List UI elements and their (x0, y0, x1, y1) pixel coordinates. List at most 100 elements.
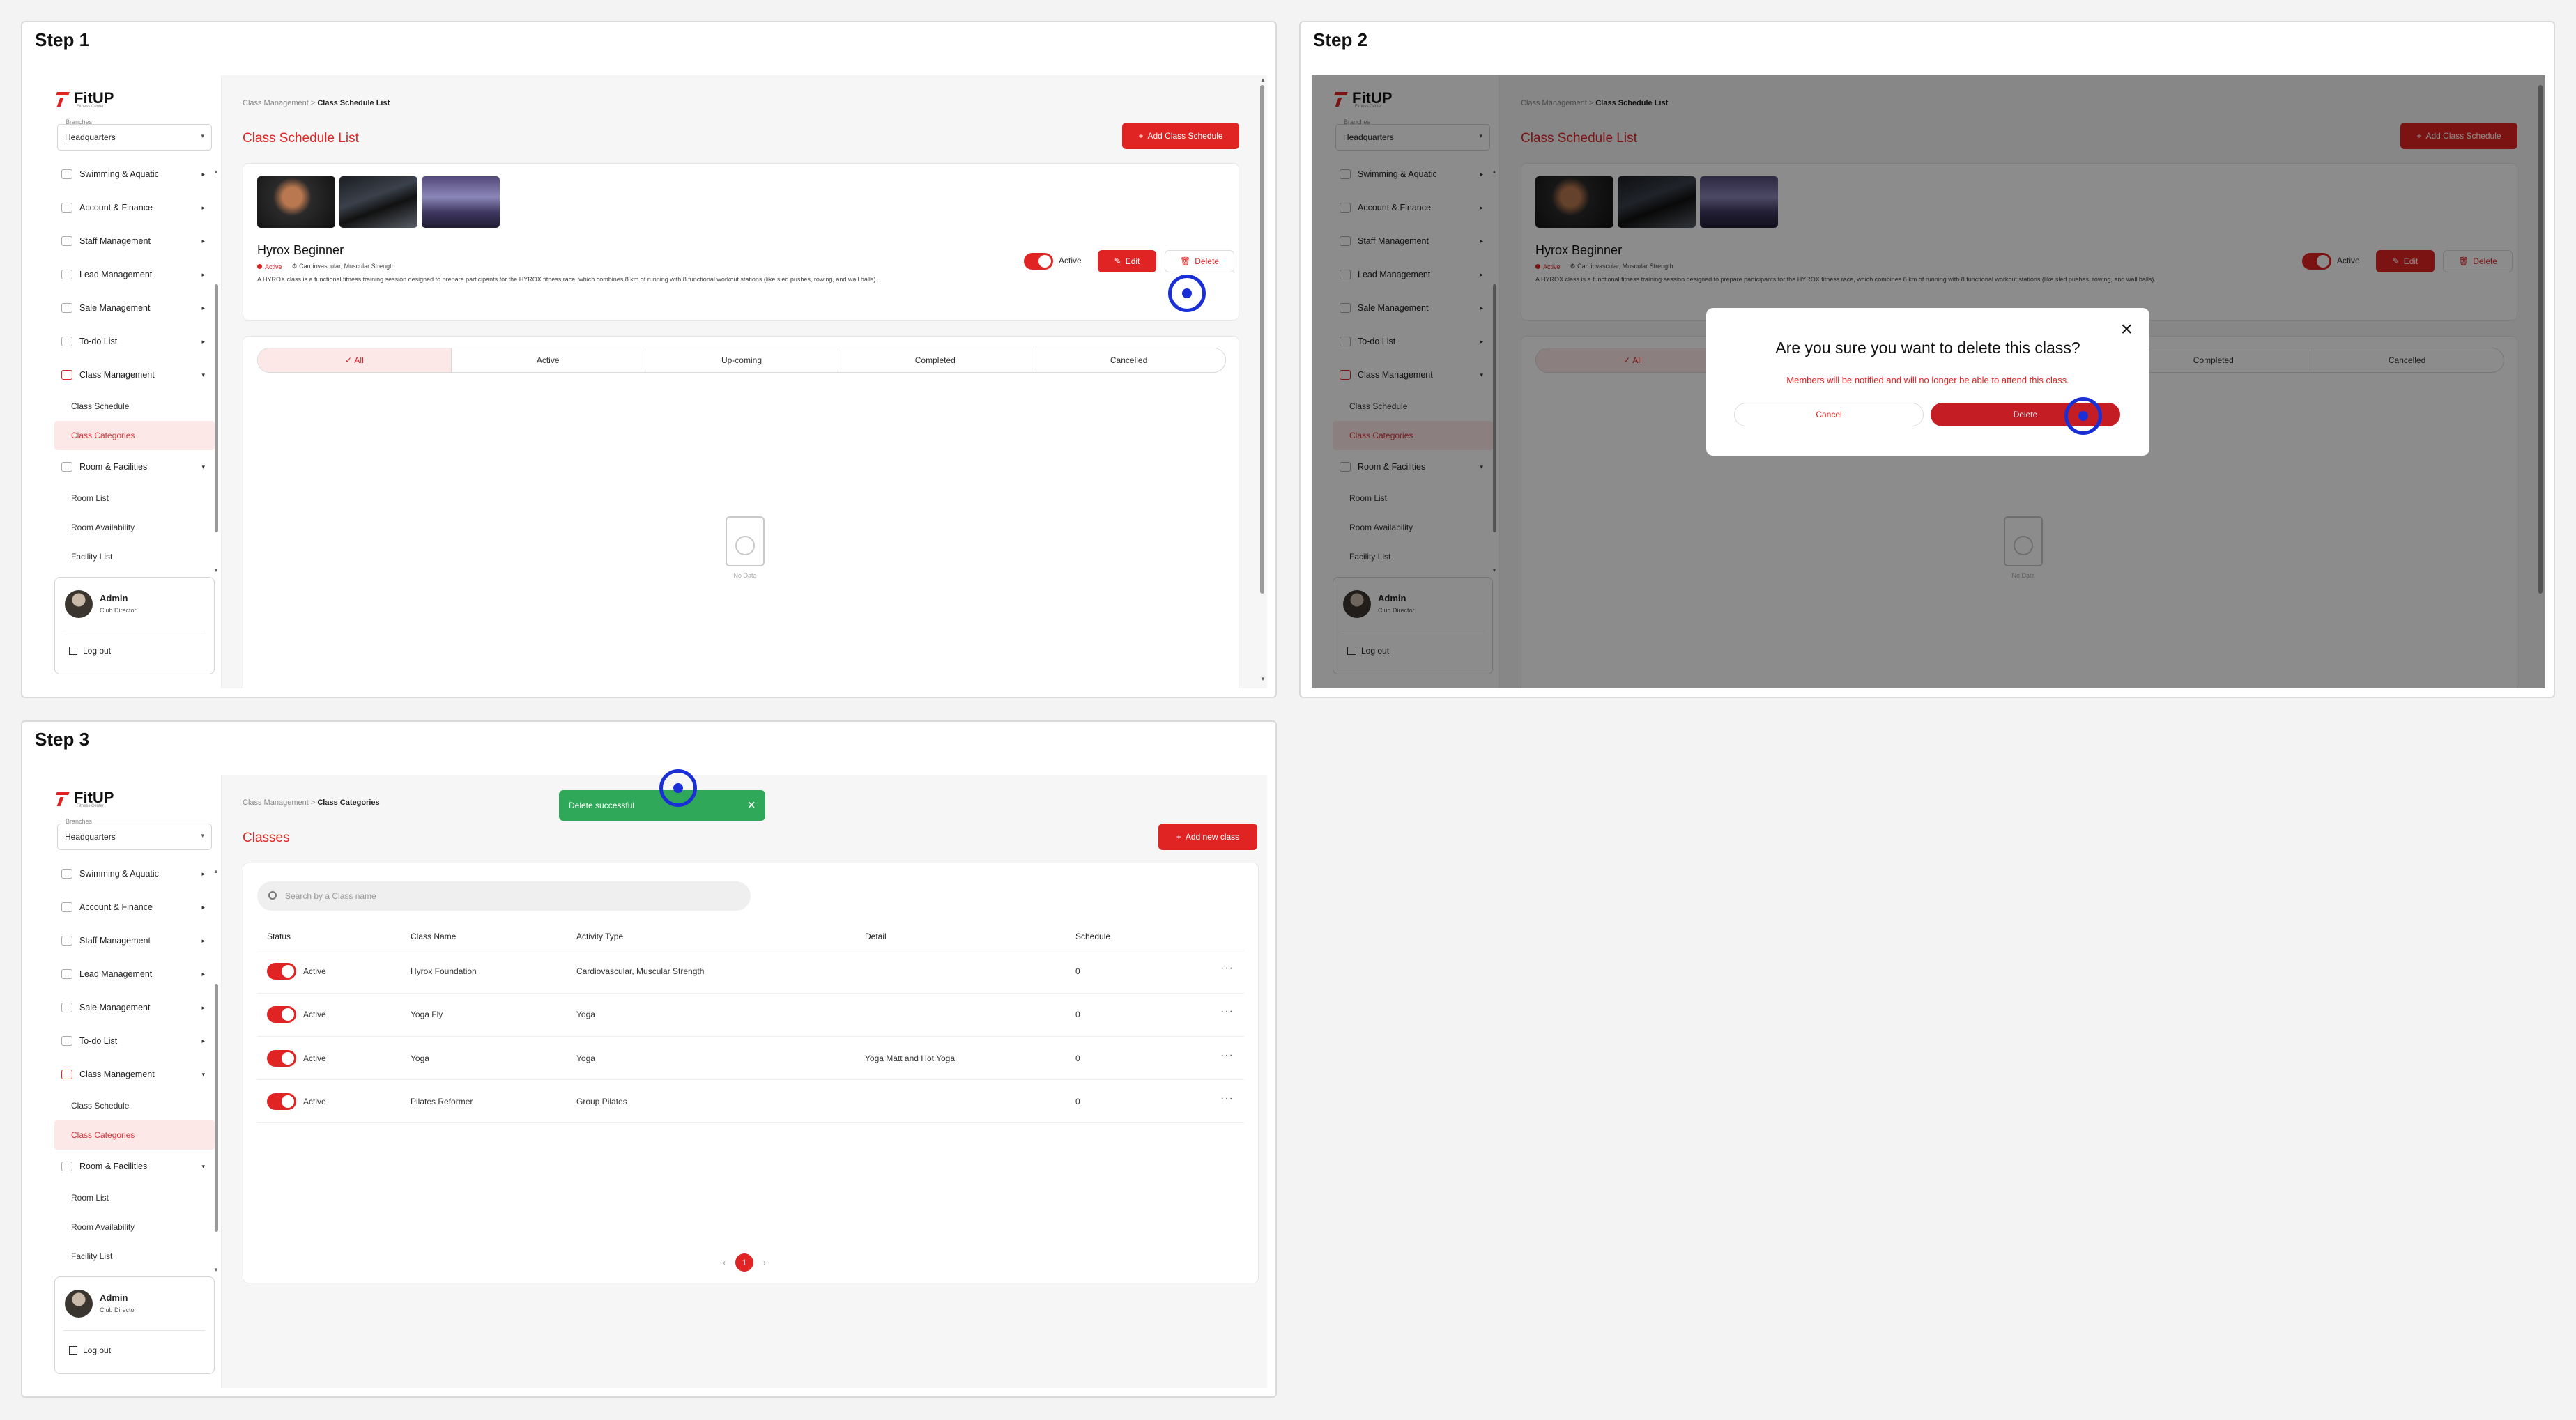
page-title: Classes (243, 831, 290, 845)
close-icon[interactable]: × (2120, 318, 2133, 341)
tab-active[interactable]: Active (452, 348, 645, 372)
sidebar-item-lead[interactable]: Lead Management ▸ (54, 957, 215, 991)
status-toggle[interactable] (267, 1050, 296, 1067)
sidebar-item-sale[interactable]: Sale Management ▸ (54, 291, 215, 325)
sidebar-item-room[interactable]: Room & Facilities ▾ (54, 1150, 215, 1183)
sidebar-item-class-management[interactable]: Class Management ▾ (54, 1058, 215, 1091)
sidebar-item-account[interactable]: Account & Finance ▸ (54, 191, 215, 224)
sidebar-item-staff[interactable]: Staff Management ▸ (54, 224, 215, 258)
sidebar-subitem-room-list[interactable]: Room List (54, 1183, 215, 1212)
table-cell-schedule: 0 (1075, 1097, 1080, 1106)
tab-all[interactable]: ✓ All (258, 348, 452, 372)
sidebar: FitUP Fitness Center Branches Headquarter… (33, 775, 222, 1388)
sidebar-item-todo[interactable]: To-do List ▸ (54, 1024, 215, 1058)
more-options-icon[interactable]: ··· (1220, 1049, 1234, 1062)
active-toggle[interactable] (1024, 253, 1053, 270)
schedule-list-card: ✓ All Active Up-coming Completed Cancell… (243, 336, 1239, 688)
sidebar-item-class-management[interactable]: Class Management ▾ (54, 358, 215, 392)
sidebar-subitem-room-availability[interactable]: Room Availability (54, 1212, 215, 1242)
step-title: Step 3 (35, 729, 90, 750)
more-options-icon[interactable]: ··· (1220, 1093, 1234, 1105)
class-description: A HYROX class is a functional fitness tr… (257, 276, 877, 283)
sidebar-item-lead[interactable]: Lead Management ▸ (54, 258, 215, 291)
click-marker (2064, 397, 2102, 435)
cancel-button[interactable]: Cancel (1734, 403, 1924, 426)
delete-button[interactable]: 🗑 Delete (1165, 250, 1234, 272)
status-badge: Active (257, 263, 282, 270)
close-icon[interactable]: × (747, 798, 756, 814)
wallet-icon (61, 902, 72, 912)
user-name: Admin (100, 593, 128, 603)
sidebar-subitem-room-list[interactable]: Room List (54, 484, 215, 513)
toggle-label: Active (1059, 256, 1082, 265)
tab-upcoming[interactable]: Up-coming (645, 348, 839, 372)
sidebar-subitem-facility-list[interactable]: Facility List (54, 542, 215, 571)
user-card: Admin Club Director Log out (54, 1276, 215, 1374)
branch-select[interactable]: Headquarters ▾ (57, 124, 212, 151)
logout-button[interactable]: Log out (69, 646, 111, 656)
class-image[interactable] (422, 176, 500, 228)
breadcrumb: Class Management > Class Categories (243, 798, 380, 807)
swim-icon (61, 169, 72, 179)
main-scrollbar[interactable] (1260, 85, 1264, 594)
step-3-panel: Step 3 FitUP Fitness Center Branches Head… (21, 720, 1277, 1398)
prev-page-icon[interactable]: ‹ (723, 1258, 726, 1267)
lead-icon (61, 270, 72, 279)
next-page-icon[interactable]: › (763, 1258, 766, 1267)
scroll-up-arrow[interactable]: ▲ (1260, 77, 1266, 83)
sidebar-item-account[interactable]: Account & Finance ▸ (54, 890, 215, 924)
column-header-schedule: Schedule (1075, 932, 1111, 941)
search-input[interactable]: Search by a Class name (257, 881, 751, 911)
user-card: Admin Club Director Log out (54, 577, 215, 674)
table-cell-schedule: 0 (1075, 1010, 1080, 1019)
sidebar-item-swimming[interactable]: Swimming & Aquatic ▸ (54, 857, 215, 890)
click-marker (1168, 275, 1206, 312)
sidebar-item-room[interactable]: Room & Facilities ▾ (54, 450, 215, 484)
sidebar-item-swimming[interactable]: Swimming & Aquatic ▸ (54, 157, 215, 191)
sidebar-item-staff[interactable]: Staff Management ▸ (54, 924, 215, 957)
sidebar-scrollbar[interactable] (215, 284, 218, 532)
branch-select[interactable]: Headquarters ▾ (57, 824, 212, 850)
sidebar-subitem-class-schedule[interactable]: Class Schedule (54, 1091, 215, 1120)
swim-icon (61, 869, 72, 879)
user-role: Club Director (100, 607, 137, 614)
sidebar-subitem-class-schedule[interactable]: Class Schedule (54, 392, 215, 421)
column-header-activity-type: Activity Type (576, 932, 624, 941)
sidebar-subitem-facility-list[interactable]: Facility List (54, 1242, 215, 1271)
sidebar-item-sale[interactable]: Sale Management ▸ (54, 991, 215, 1024)
more-options-icon[interactable]: ··· (1220, 1005, 1234, 1018)
todo-icon (61, 337, 72, 346)
tab-completed[interactable]: Completed (838, 348, 1033, 372)
tab-cancelled[interactable]: Cancelled (1032, 348, 1225, 372)
more-options-icon[interactable]: ··· (1220, 962, 1234, 975)
status-toggle[interactable] (267, 1093, 296, 1110)
dialog-title: Are you sure you want to delete this cla… (1775, 339, 2080, 357)
pencil-icon: ✎ (1114, 256, 1121, 266)
app-frame: FitUP Fitness Center Branches Headquarter… (33, 75, 1267, 688)
logout-button[interactable]: Log out (69, 1345, 111, 1355)
scroll-down-arrow[interactable]: ▼ (1260, 676, 1266, 682)
page-number[interactable]: 1 (735, 1253, 753, 1272)
table-cell-status: Active (303, 966, 326, 976)
class-title: Hyrox Beginner (257, 243, 344, 257)
sidebar-subitem-room-availability[interactable]: Room Availability (54, 513, 215, 542)
fitup-logo-icon (56, 89, 70, 107)
table-cell-activity: Yoga (576, 1054, 595, 1063)
class-meta: Active ⚙ Cardiovascular, Muscular Strengt… (257, 263, 395, 270)
add-new-class-button[interactable]: + Add new class (1158, 824, 1257, 850)
breadcrumb: Class Management > Class Schedule List (243, 99, 390, 107)
empty-state: No Data (717, 507, 773, 583)
sidebar-item-todo[interactable]: To-do List ▸ (54, 325, 215, 358)
class-image[interactable] (257, 176, 335, 228)
sidebar-subitem-class-categories[interactable]: Class Categories (54, 1120, 215, 1150)
sidebar-scrollbar[interactable] (215, 984, 218, 1232)
class-image[interactable] (339, 176, 417, 228)
status-toggle[interactable] (267, 963, 296, 980)
table-cell-class-name: Hyrox Foundation (411, 966, 477, 976)
table-cell-detail: Yoga Matt and Hot Yoga (865, 1054, 955, 1063)
sidebar-subitem-class-categories[interactable]: Class Categories (54, 421, 215, 450)
add-class-schedule-button[interactable]: + Add Class Schedule (1122, 123, 1239, 149)
status-toggle[interactable] (267, 1006, 296, 1023)
table-cell-activity: Group Pilates (576, 1097, 627, 1106)
edit-button[interactable]: ✎ Edit (1098, 250, 1156, 272)
